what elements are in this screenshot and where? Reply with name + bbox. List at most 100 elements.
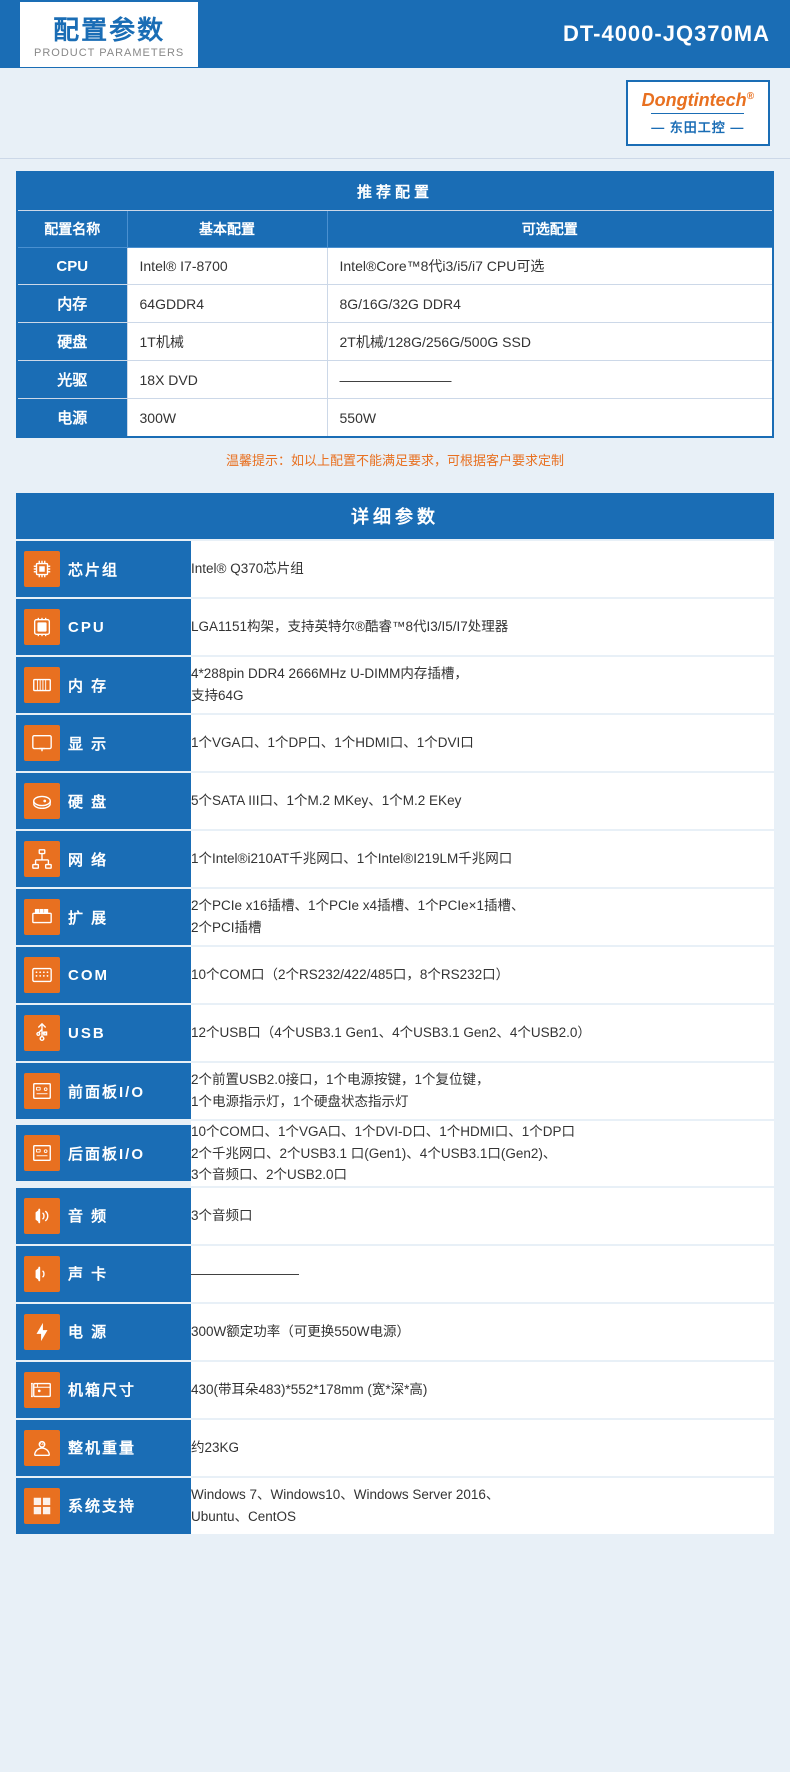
svg-text:KG: KG <box>39 1442 45 1446</box>
detail-icon-5 <box>24 841 60 877</box>
detail-label-cell-14: 机箱尺寸 <box>16 1361 191 1419</box>
detail-label-cell-11: 音 频 <box>16 1187 191 1245</box>
detail-icon-4 <box>24 783 60 819</box>
detail-value-5: 1个Intel®i210AT千兆网口、1个Intel®I219LM千兆网口 <box>191 830 774 888</box>
recommend-name-0: CPU <box>17 248 127 285</box>
detail-value-3: 1个VGA口、1个DP口、1个HDMI口、1个DVI口 <box>191 714 774 772</box>
detail-label-cell-4: 硬 盘 <box>16 772 191 830</box>
detail-icon-14 <box>24 1372 60 1408</box>
detail-label-text-13: 电 源 <box>68 1321 108 1342</box>
page-title-box: 配置参数 PRODUCT PARAMETERS <box>20 2 198 67</box>
recommend-title: 推荐配置 <box>17 172 773 211</box>
col-optional: 可选配置 <box>327 211 773 248</box>
detail-icon-15: KG <box>24 1430 60 1466</box>
detail-value-9: 2个前置USB2.0接口，1个电源按键，1个复位键，1个电源指示灯，1个硬盘状态… <box>191 1062 774 1120</box>
detail-icon-8 <box>24 1015 60 1051</box>
detail-label-text-9: 前面板I/O <box>68 1081 145 1102</box>
detail-label-text-15: 整机重量 <box>68 1437 136 1458</box>
detail-icon-1 <box>24 609 60 645</box>
detail-label-cell-5: 网 络 <box>16 830 191 888</box>
detail-label-text-10: 后面板I/O <box>68 1143 145 1164</box>
recommend-row: 内存 64GDDR4 8G/16G/32G DDR4 <box>17 285 773 323</box>
detail-label-cell-3: 显 示 <box>16 714 191 772</box>
detail-value-1: LGA1151构架，支持英特尔®酷睿™8代I3/I5/I7处理器 <box>191 598 774 656</box>
detail-row: KG 整机重量 约23KG <box>16 1419 774 1477</box>
recommend-row: 电源 300W 550W <box>17 399 773 438</box>
col-name: 配置名称 <box>17 211 127 248</box>
logo-area: Dongtintech® — 东田工控 — <box>0 68 790 159</box>
detail-label-cell-0: 芯片组 <box>16 541 191 598</box>
detail-value-13: 300W额定功率（可更换550W电源） <box>191 1303 774 1361</box>
detail-row: 机箱尺寸 430(带耳朵483)*552*178mm (宽*深*高) <box>16 1361 774 1419</box>
detail-icon-12 <box>24 1256 60 1292</box>
detail-value-11: 3个音频口 <box>191 1187 774 1245</box>
detail-title: 详细参数 <box>16 493 774 539</box>
detail-row: 音 频 3个音频口 <box>16 1187 774 1245</box>
detail-row: 内 存 4*288pin DDR4 2666MHz U-DIMM内存插槽，支持6… <box>16 656 774 714</box>
detail-label-cell-15: KG 整机重量 <box>16 1419 191 1477</box>
detail-row: 显 示 1个VGA口、1个DP口、1个HDMI口、1个DVI口 <box>16 714 774 772</box>
detail-label-cell-7: COM <box>16 946 191 1004</box>
detail-value-4: 5个SATA III口、1个M.2 MKey、1个M.2 EKey <box>191 772 774 830</box>
notice-text: 温馨提示：如以上配置不能满足要求，可根据客户要求定制 <box>16 438 774 475</box>
detail-label-cell-16: 系统支持 <box>16 1477 191 1535</box>
recommend-optional-2: 2T机械/128G/256G/500G SSD <box>327 323 773 361</box>
detail-row: USB 12个USB口（4个USB3.1 Gen1、4个USB3.1 Gen2、… <box>16 1004 774 1062</box>
detail-label-text-4: 硬 盘 <box>68 791 108 812</box>
detail-row: CPU LGA1151构架，支持英特尔®酷睿™8代I3/I5/I7处理器 <box>16 598 774 656</box>
recommend-basic-3: 18X DVD <box>127 361 327 399</box>
model-number: DT-4000-JQ370MA <box>563 21 770 47</box>
detail-label-cell-1: CPU <box>16 598 191 656</box>
detail-value-10: 10个COM口、1个VGA口、1个DVI-D口、1个HDMI口、1个DP口2个千… <box>191 1120 774 1187</box>
detail-icon-3 <box>24 725 60 761</box>
detail-row: 芯片组 Intel® Q370芯片组 <box>16 541 774 598</box>
detail-icon-0 <box>24 551 60 587</box>
page-title-sub: PRODUCT PARAMETERS <box>34 47 184 59</box>
detail-label-text-8: USB <box>68 1025 106 1042</box>
detail-row: COM 10个COM口（2个RS232/422/485口，8个RS232口） <box>16 946 774 1004</box>
recommend-row: CPU Intel® I7-8700 Intel®Core™8代i3/i5/i7… <box>17 248 773 285</box>
detail-row: 硬 盘 5个SATA III口、1个M.2 MKey、1个M.2 EKey <box>16 772 774 830</box>
page-title-main: 配置参数 <box>53 10 165 47</box>
recommend-optional-3: ———————— <box>327 361 773 399</box>
brand-name: Dongtintech® <box>642 90 754 111</box>
page-header: 配置参数 PRODUCT PARAMETERS DT-4000-JQ370MA <box>0 0 790 68</box>
recommend-basic-1: 64GDDR4 <box>127 285 327 323</box>
recommend-optional-0: Intel®Core™8代i3/i5/i7 CPU可选 <box>327 248 773 285</box>
detail-icon-6 <box>24 899 60 935</box>
detail-label-text-2: 内 存 <box>68 675 108 696</box>
detail-value-14: 430(带耳朵483)*552*178mm (宽*深*高) <box>191 1361 774 1419</box>
detail-label-text-16: 系统支持 <box>68 1495 136 1516</box>
recommend-table: 推荐配置 配置名称 基本配置 可选配置 CPU Intel® I7-8700 I… <box>16 171 774 438</box>
detail-value-8: 12个USB口（4个USB3.1 Gen1、4个USB3.1 Gen2、4个US… <box>191 1004 774 1062</box>
detail-label-text-14: 机箱尺寸 <box>68 1379 136 1400</box>
brand-logo: Dongtintech® — 东田工控 — <box>626 80 770 146</box>
detail-value-12: ———————— <box>191 1245 774 1303</box>
detail-value-15: 约23KG <box>191 1419 774 1477</box>
detail-row: 网 络 1个Intel®i210AT千兆网口、1个Intel®I219LM千兆网… <box>16 830 774 888</box>
detail-icon-16 <box>24 1488 60 1524</box>
recommend-row: 光驱 18X DVD ———————— <box>17 361 773 399</box>
detail-label-text-5: 网 络 <box>68 849 108 870</box>
detail-row: 前面板I/O 2个前置USB2.0接口，1个电源按键，1个复位键，1个电源指示灯… <box>16 1062 774 1120</box>
detail-label-cell-6: 扩 展 <box>16 888 191 946</box>
detail-row: 系统支持 Windows 7、Windows10、Windows Server … <box>16 1477 774 1535</box>
detail-value-0: Intel® Q370芯片组 <box>191 541 774 598</box>
detail-icon-13 <box>24 1314 60 1350</box>
detail-value-2: 4*288pin DDR4 2666MHz U-DIMM内存插槽，支持64G <box>191 656 774 714</box>
detail-row: 电 源 300W额定功率（可更换550W电源） <box>16 1303 774 1361</box>
detail-table: 芯片组 Intel® Q370芯片组 CPU LGA1151构架，支持英特尔®酷… <box>16 541 774 1536</box>
recommend-name-4: 电源 <box>17 399 127 438</box>
recommend-optional-4: 550W <box>327 399 773 438</box>
detail-row: 后面板I/O 10个COM口、1个VGA口、1个DVI-D口、1个HDMI口、1… <box>16 1120 774 1187</box>
detail-label-text-1: CPU <box>68 619 106 636</box>
detail-section: 详细参数 芯片组 Intel® Q370芯片组 CPU LGA1151构架，支持… <box>0 487 790 1552</box>
recommend-name-3: 光驱 <box>17 361 127 399</box>
detail-label-cell-8: USB <box>16 1004 191 1062</box>
detail-label-text-0: 芯片组 <box>68 559 119 580</box>
detail-label-text-3: 显 示 <box>68 733 108 754</box>
recommend-optional-1: 8G/16G/32G DDR4 <box>327 285 773 323</box>
recommend-row: 硬盘 1T机械 2T机械/128G/256G/500G SSD <box>17 323 773 361</box>
detail-icon-9 <box>24 1073 60 1109</box>
detail-row: 声 卡 ———————— <box>16 1245 774 1303</box>
